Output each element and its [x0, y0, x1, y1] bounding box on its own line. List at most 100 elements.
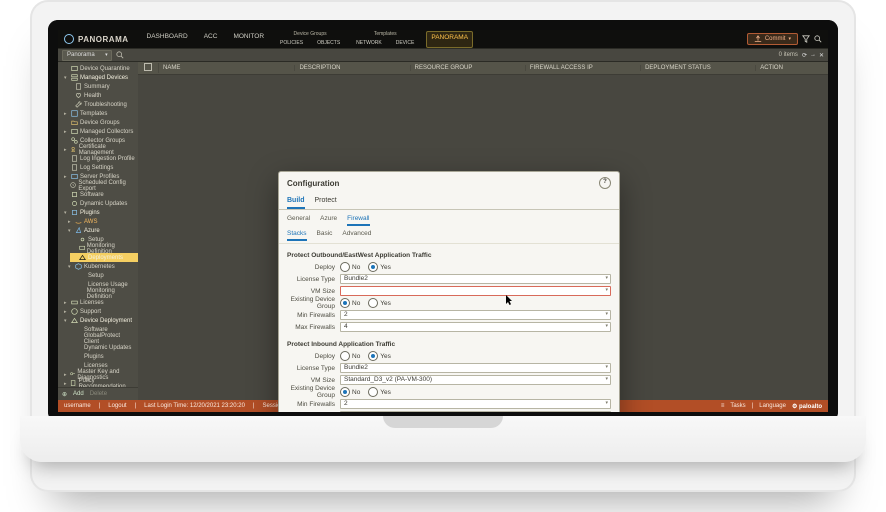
tree-plugin-azure[interactable]: ▾Azure: [66, 226, 138, 235]
nav-device[interactable]: DEVICE: [392, 38, 419, 48]
tree-md-health[interactable]: Health: [66, 91, 138, 100]
select-maxfw-1[interactable]: 4: [340, 322, 611, 332]
tree-log-ingest[interactable]: Log Ingestion Profile: [62, 154, 138, 163]
label-license-1: License Type: [287, 276, 335, 283]
select-vmsize-2[interactable]: Standard_D3_v2 (PA-VM-300): [340, 375, 611, 385]
tree-k8s-mondef[interactable]: Monitoring Definition: [70, 289, 138, 298]
tree-sched-export[interactable]: Scheduled Config Export: [62, 181, 138, 190]
topbar-right: Commit ▾: [747, 33, 822, 45]
radio-deploy1-yes[interactable]: [368, 262, 378, 272]
commit-button[interactable]: Commit ▾: [747, 33, 798, 45]
nav-group-templates: Templates NETWORK DEVICE: [352, 31, 418, 48]
close-icon[interactable]: ✕: [819, 52, 824, 59]
nav-acc[interactable]: ACC: [200, 31, 222, 48]
deploy-icon: [71, 317, 78, 324]
add-button[interactable]: Add: [73, 391, 84, 397]
select-maxfw-2[interactable]: 3: [340, 411, 611, 412]
radio-deploy1-no[interactable]: [340, 262, 350, 272]
clock-icon: [70, 182, 76, 189]
tree-policy-rec[interactable]: ▸Policy Recommendation: [62, 379, 138, 387]
license-icon: [71, 299, 78, 306]
tree-plugin-aws[interactable]: ▸AWS: [66, 217, 138, 226]
delete-button[interactable]: Delete: [90, 391, 107, 397]
col-description[interactable]: DESCRIPTION: [295, 65, 410, 71]
modal-sub2-advanced[interactable]: Advanced: [342, 228, 371, 241]
radio-dg1-yes[interactable]: [368, 298, 378, 308]
status-user[interactable]: username: [64, 403, 91, 409]
gear-icon: [79, 236, 86, 243]
nav-dashboard[interactable]: DASHBOARD: [143, 31, 192, 48]
tree-md-troubleshooting[interactable]: Troubleshooting: [66, 100, 138, 109]
export-icon[interactable]: →: [810, 52, 816, 59]
status-language[interactable]: Language: [759, 403, 786, 409]
col-deployment-status[interactable]: DEPLOYMENT STATUS: [641, 65, 756, 71]
select-minfw-1[interactable]: 2: [340, 310, 611, 320]
modal-sub-firewall[interactable]: Firewall: [347, 213, 369, 226]
col-resource-group[interactable]: RESOURCE GROUP: [411, 65, 526, 71]
refresh-icon[interactable]: ⟳: [802, 52, 807, 59]
nav-group-dg-label: Device Groups: [294, 31, 327, 37]
tree-log-settings[interactable]: Log Settings: [62, 163, 138, 172]
tree-managed-collectors[interactable]: ▸Managed Collectors: [62, 127, 138, 136]
tree-templates[interactable]: ▸Templates: [62, 109, 138, 118]
tree-plugins[interactable]: ▾Plugins: [62, 208, 138, 217]
heart-icon: [75, 92, 82, 99]
package-icon: [71, 191, 78, 198]
tree-plugin-k8s[interactable]: ▾Kubernetes: [66, 262, 138, 271]
col-action[interactable]: ACTION: [756, 65, 828, 71]
primary-nav: DASHBOARD ACC MONITOR Device Groups POLI…: [143, 31, 474, 48]
tasks-icon[interactable]: ≡: [721, 403, 725, 409]
radio-deploy2-no[interactable]: [340, 351, 350, 361]
tree-azure-mondef[interactable]: Monitoring Definition: [70, 244, 138, 253]
nav-network[interactable]: NETWORK: [352, 38, 386, 48]
server-icon: [71, 173, 78, 180]
nav-objects[interactable]: OBJECTS: [313, 38, 344, 48]
tree-k8s-setup[interactable]: Setup: [70, 271, 138, 280]
select-license-2[interactable]: Bundle2: [340, 363, 611, 373]
col-name[interactable]: NAME: [159, 65, 295, 71]
filter-icon[interactable]: [802, 35, 810, 43]
status-logout[interactable]: Logout: [108, 403, 126, 409]
radio-dg1-no[interactable]: [340, 298, 350, 308]
search-icon[interactable]: [814, 35, 822, 43]
label-existing-dg-2: Existing Device Group: [287, 385, 335, 399]
radio-deploy2-yes[interactable]: [368, 351, 378, 361]
tree-device-deployment[interactable]: ▾Device Deployment: [62, 316, 138, 325]
status-tasks[interactable]: Tasks: [730, 403, 745, 409]
modal-sub2-stacks[interactable]: Stacks: [287, 228, 307, 241]
select-license-1[interactable]: Bundle2: [340, 274, 611, 284]
modal-sub-azure[interactable]: Azure: [320, 213, 337, 226]
tree-dd-dyn[interactable]: Dynamic Updates: [66, 343, 138, 352]
tree-dd-gp[interactable]: GlobalProtect Client: [66, 334, 138, 343]
tree-device-quarantine[interactable]: Device Quarantine: [62, 64, 138, 73]
status-last-login: Last Login Time: 12/20/2021 23:20:20: [144, 403, 245, 409]
nav-panorama[interactable]: PANORAMA: [426, 31, 473, 48]
modal-sub2-basic[interactable]: Basic: [317, 228, 333, 241]
tree-managed-devices[interactable]: ▾Managed Devices: [62, 73, 138, 82]
tree-dyn-updates[interactable]: Dynamic Updates: [62, 199, 138, 208]
help-icon[interactable]: ?: [599, 177, 611, 189]
modal-sub-general[interactable]: General: [287, 213, 310, 226]
col-checkbox[interactable]: [138, 63, 159, 73]
scope-dropdown[interactable]: Panorama: [62, 50, 112, 61]
select-minfw-2[interactable]: 2: [340, 399, 611, 409]
nav-monitor[interactable]: MONITOR: [229, 31, 268, 48]
select-vmsize-1[interactable]: [340, 286, 611, 296]
nav-policies[interactable]: POLICIES: [276, 38, 307, 48]
nav-group-tpl-label: Templates: [374, 31, 397, 37]
wrench-icon: [75, 101, 82, 108]
grid-search-icon[interactable]: [116, 51, 130, 59]
col-firewall-access-ip[interactable]: FIREWALL ACCESS IP: [526, 65, 641, 71]
radio-dg2-yes[interactable]: [368, 387, 378, 397]
tree-dd-plugins[interactable]: Plugins: [66, 352, 138, 361]
tree-cert-mgmt[interactable]: ▸Certificate Management: [62, 145, 138, 154]
modal-tab-protect[interactable]: Protect: [315, 194, 337, 209]
subbar: Panorama 0 items ⟳ → ✕: [58, 49, 828, 62]
modal-tab-build[interactable]: Build: [287, 194, 305, 209]
radio-dg2-no[interactable]: [340, 387, 350, 397]
section-outbound-title: Protect Outbound/EastWest Application Tr…: [287, 252, 611, 259]
tree-md-summary[interactable]: Summary: [66, 82, 138, 91]
add-icon[interactable]: ⊕: [62, 391, 67, 398]
tree-device-groups[interactable]: Device Groups: [62, 118, 138, 127]
tree-support[interactable]: ▸Support: [62, 307, 138, 316]
